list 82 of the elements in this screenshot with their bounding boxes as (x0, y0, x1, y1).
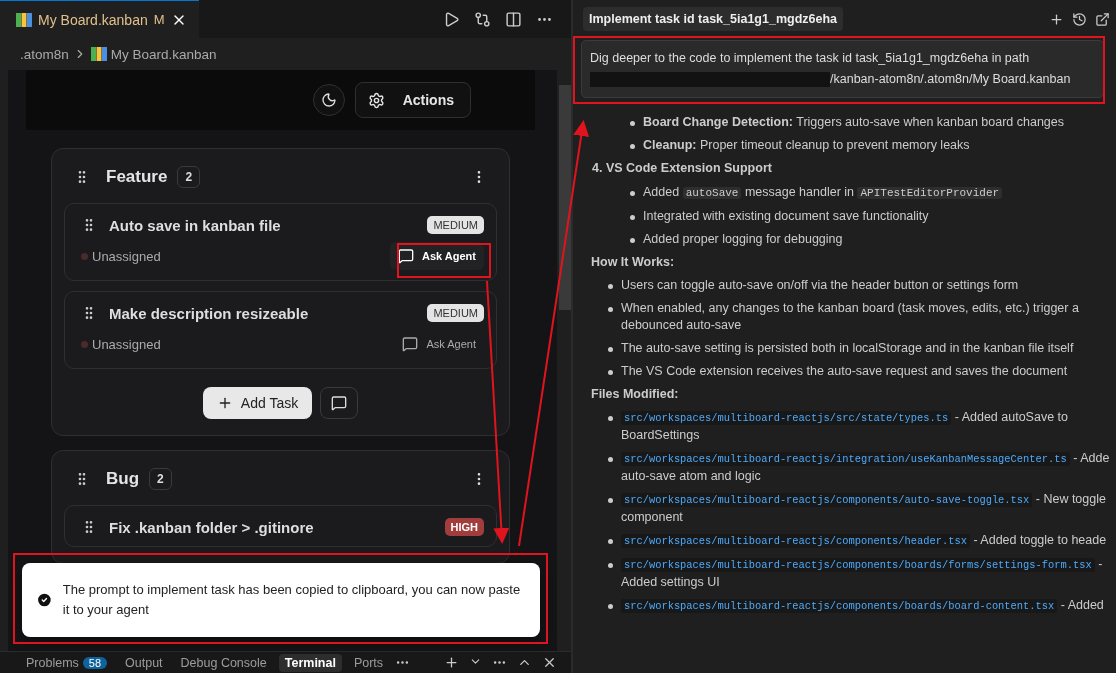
breadcrumb-item[interactable]: .atom8n (20, 46, 69, 62)
bullet-icon (608, 284, 613, 289)
close-icon[interactable] (542, 655, 557, 670)
list-item-text: The VS Code extension receives the auto-save request and saves the document (621, 363, 1068, 380)
list-item-text: src/workspaces/multiboard-reactjs/components/auto-save-toggle.tsx - New toggle component (621, 491, 1107, 526)
kanban-file-icon (90, 46, 107, 62)
add-task-button[interactable]: Add Task (202, 387, 313, 419)
list-item-text: src/workspaces/multiboard-reactjs/src/state/types.ts - Added autoSave to BoardSettings (621, 409, 1069, 444)
list-item-text: The auto-save setting is persisted both in localStorage and in the kanban file itself (621, 340, 1074, 357)
toast-message: The prompt to implement task has been copied to clipboard, you can now paste it to your agent (62, 581, 522, 619)
editor-tab[interactable]: My Board.kanban M (0, 0, 199, 38)
section-heading: How It Works: (591, 254, 676, 271)
priority-badge: MEDIUM (427, 216, 484, 234)
panel-tab[interactable]: Debug Console (174, 653, 273, 672)
column-title: Feature (106, 167, 168, 187)
panel-tab[interactable]: Terminal (278, 653, 342, 672)
task-title: Fix .kanban folder > .gitinore (109, 518, 314, 536)
split-editor-icon[interactable] (505, 10, 522, 28)
list-item-text: Added proper logging for debugging (643, 231, 843, 248)
list-item-text: Board Change Detection: Triggers auto-save when kanban board changes (643, 114, 1065, 131)
bullet-icon (630, 191, 635, 196)
play-icon[interactable] (443, 10, 460, 28)
theme-toggle-button[interactable] (312, 84, 345, 116)
bullet-icon (608, 370, 613, 375)
list-item-text: Integrated with existing document save functionality (643, 208, 929, 225)
bullet-icon (630, 144, 635, 149)
bullet-icon (608, 498, 613, 503)
column-title: Bug (106, 469, 140, 489)
chat-bubble-icon (398, 248, 414, 264)
task-count: 2 (177, 166, 201, 188)
panel-tab[interactable]: Ports (347, 653, 390, 672)
open-in-editor-icon[interactable] (1095, 11, 1110, 27)
ask-agent-button[interactable]: Ask Agent (394, 330, 484, 358)
list-item-text: src/workspaces/multiboard-reactjs/components/header.tsx - Added toggle to heade (621, 532, 1107, 550)
list-item-text: Cleanup: Proper timeout cleanup to prevent memory leaks (643, 137, 970, 154)
bullet-icon (608, 347, 613, 352)
numbered-item-text: 4. VS Code Extension Support (591, 160, 773, 177)
task-count: 2 (149, 468, 172, 490)
bullet-icon (608, 457, 613, 462)
priority-badge: MEDIUM (427, 304, 484, 322)
task-card[interactable]: Auto save in kanban file MEDIUM Unassigned Ask Agent (64, 203, 497, 281)
bullet-icon (630, 238, 635, 243)
chat-button[interactable] (320, 387, 359, 419)
kanban-file-icon (16, 11, 32, 28)
bullet-icon (608, 539, 613, 544)
moon-icon (320, 92, 337, 108)
new-terminal-icon[interactable] (444, 655, 459, 670)
prompt-text: Dig deeper to the code to implement the task id task_5ia1g1_mgdz6eha in path (590, 51, 1030, 65)
chat-title[interactable]: Implement task id task_5ia1g1_mgdz6eha (583, 7, 844, 31)
bullet-icon (630, 121, 635, 126)
chat-bubble-icon (331, 395, 348, 411)
prompt-text: /kanban-atom8n/.atom8n/My Board.kanban (830, 71, 1071, 88)
actions-button[interactable]: Actions (354, 82, 471, 118)
task-title: Make description resizeable (109, 304, 309, 322)
breadcrumb-item[interactable]: My Board.kanban (110, 46, 217, 62)
bullet-icon (608, 604, 613, 609)
list-item-text: Added autoSave message handler in APITestEditorProvider (643, 184, 1003, 202)
check-icon (36, 590, 53, 610)
task-card[interactable]: Make description resizeable MEDIUM Unassigned Ask Agent (64, 291, 497, 369)
assignee-label: Unassigned (81, 336, 161, 352)
bullet-icon (608, 563, 613, 568)
task-card[interactable]: Fix .kanban folder > .gitinore HIGH (64, 505, 497, 547)
ask-agent-button[interactable]: Ask Agent (390, 242, 484, 270)
priority-badge: HIGH (444, 518, 484, 536)
bullet-icon (630, 215, 635, 220)
list-item-text: src/workspaces/multiboard-reactjs/components/boards/forms/settings-form.tsx - Added settings UI (621, 556, 1104, 591)
list-item-text: Users can toggle auto-save on/off via the header button or settings form (621, 277, 1019, 294)
list-item-text: When enabled, any changes to the kanban board (task moves, edits, etc.) trigger a debounced auto-save (621, 300, 1080, 334)
assignee-label: Unassigned (81, 248, 161, 264)
list-item-text: src/workspaces/multiboard-reactjs/components/boards/board-content.tsx - Added (621, 597, 1104, 615)
settings-icon (367, 91, 385, 109)
history-icon[interactable] (1072, 11, 1087, 27)
compare-icon[interactable] (474, 10, 491, 28)
bullet-icon (608, 307, 613, 312)
new-chat-icon[interactable] (1049, 11, 1064, 27)
task-title: Auto save in kanban file (109, 216, 281, 234)
bullet-icon (608, 416, 613, 421)
chat-bubble-icon (402, 336, 419, 352)
panel-tab[interactable]: Output (119, 653, 169, 672)
list-item-text: src/workspaces/multiboard-reactjs/integration/useKanbanMessageCenter.ts - Adde auto-save atom and logic (621, 450, 1111, 485)
panel-tab[interactable]: Problems 58 (20, 653, 114, 672)
section-heading: Files Modified: (591, 386, 680, 403)
